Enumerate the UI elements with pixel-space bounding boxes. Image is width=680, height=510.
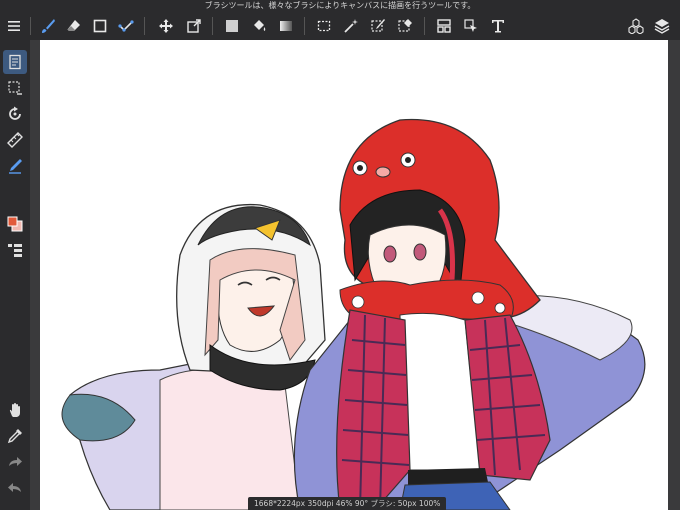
dot-icon[interactable]: [114, 14, 138, 38]
ruler-icon[interactable]: [3, 128, 27, 152]
artwork: [61, 118, 646, 510]
top-toolbar: ブラシツールは、様々なブラシによりキャンバスに描画を行うツールです。: [0, 0, 680, 40]
tool-hint-text: ブラシツールは、様々なブラシによりキャンバスに描画を行うツールです。: [204, 1, 476, 10]
toolbar-divider: [144, 17, 145, 35]
toolbar-divider: [212, 17, 213, 35]
select-rect-icon[interactable]: [312, 14, 336, 38]
rect-icon[interactable]: [88, 14, 112, 38]
left-sidebar: [0, 40, 30, 510]
pen-icon[interactable]: [3, 154, 27, 178]
select-eraser-icon[interactable]: [393, 14, 417, 38]
color-swatch-icon[interactable]: [3, 212, 27, 236]
rotate-icon[interactable]: [3, 102, 27, 126]
selection-icon[interactable]: [3, 76, 27, 100]
materials-icon[interactable]: [624, 14, 648, 38]
fill-color-icon[interactable]: [220, 14, 244, 38]
drawing-canvas[interactable]: [40, 40, 668, 510]
layout-icon[interactable]: [432, 14, 456, 38]
undo-icon[interactable]: [3, 476, 27, 500]
select-pen-icon[interactable]: [366, 14, 390, 38]
transform-icon[interactable]: [182, 14, 206, 38]
eyedropper-icon[interactable]: [3, 424, 27, 448]
move-icon[interactable]: [154, 14, 178, 38]
magic-wand-icon[interactable]: [339, 14, 363, 38]
redo-icon[interactable]: [3, 450, 27, 474]
select-cursor-icon[interactable]: [459, 14, 483, 38]
hand-icon[interactable]: [3, 398, 27, 422]
bucket-icon[interactable]: [247, 14, 271, 38]
toolbar-divider: [30, 17, 31, 35]
page-icon[interactable]: [3, 50, 27, 74]
layers-icon[interactable]: [650, 14, 674, 38]
eraser-icon[interactable]: [62, 14, 86, 38]
toolbar-divider: [304, 17, 305, 35]
gradient-icon[interactable]: [274, 14, 298, 38]
status-bar: 1668*2224px 350dpi 46% 90° ブラシ: 50px 100…: [248, 497, 447, 510]
layer-list-icon[interactable]: [3, 238, 27, 262]
tool-row: [0, 12, 680, 40]
menu-icon[interactable]: [2, 14, 26, 38]
canvas-area: [30, 40, 680, 510]
text-icon[interactable]: [486, 14, 510, 38]
toolbar-divider: [424, 17, 425, 35]
brush-icon[interactable]: [36, 14, 60, 38]
